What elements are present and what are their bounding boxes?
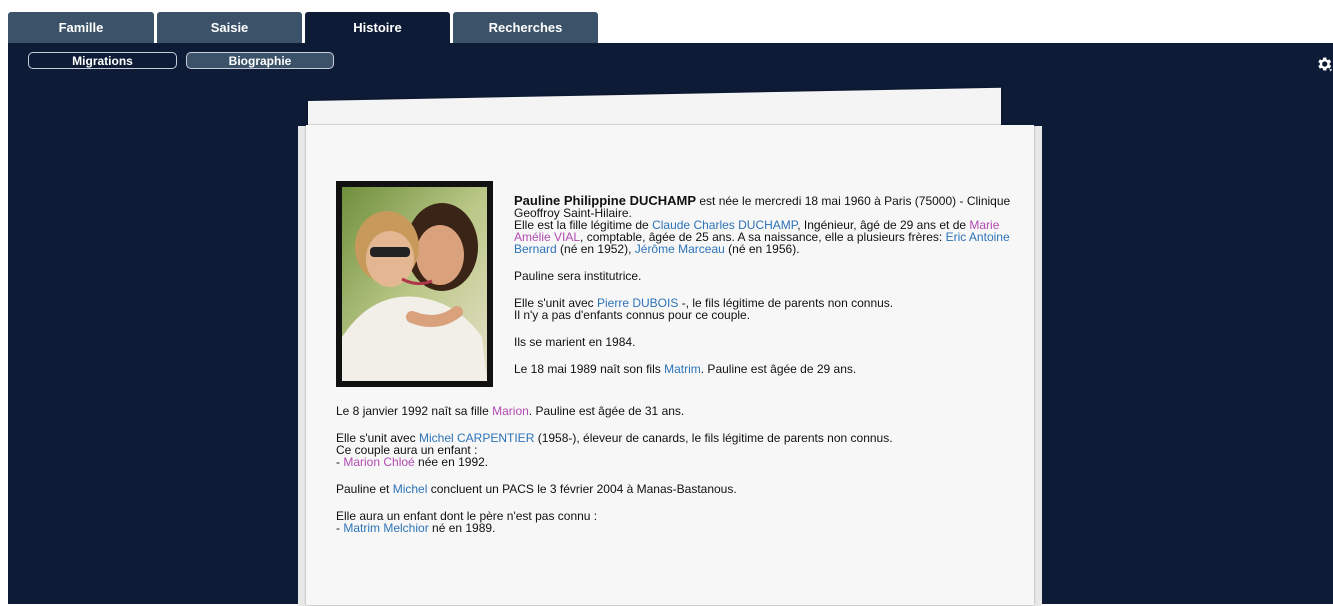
- daughter-link-marion[interactable]: Marion: [492, 404, 529, 418]
- brother1-info: (né en 1952),: [556, 242, 635, 256]
- brother-link-jerome[interactable]: Jérôme Marceau: [635, 242, 725, 256]
- union2-post: (1958-), éleveur de canards, le fils lég…: [534, 431, 893, 445]
- biography-continued: Le 8 janvier 1992 naît sa fille Marion. …: [336, 405, 936, 549]
- partner-link-michel[interactable]: Michel: [393, 482, 428, 496]
- son-birth-post: . Pauline est âgée de 29 ans.: [700, 362, 857, 376]
- tab-famille[interactable]: Famille: [8, 12, 154, 43]
- gear-icon[interactable]: [1315, 55, 1333, 73]
- biography-page: Pauline Philippine DUCHAMP est née le me…: [306, 125, 1034, 605]
- portrait-image: [342, 187, 487, 381]
- union2-child-post: née en 1992.: [414, 455, 489, 469]
- marriage-text: Ils se marient en 1984.: [514, 335, 636, 349]
- son-birth-pre: Le 18 mai 1989 naît son fils: [514, 362, 665, 376]
- biography-intro: Pauline Philippine DUCHAMP est née le me…: [514, 194, 1034, 390]
- tab-histoire[interactable]: Histoire: [305, 12, 450, 43]
- pacs-post: concluent un PACS le 3 février 2004 à Ma…: [427, 482, 737, 496]
- tab-saisie[interactable]: Saisie: [157, 12, 302, 43]
- unknown-father-post: né en 1989.: [428, 521, 496, 535]
- profession-text: Pauline sera institutrice.: [514, 269, 642, 283]
- main-panel: Migrations Biographie Pauline Philippine…: [8, 43, 1333, 606]
- portrait-photo: [336, 181, 493, 387]
- migrations-button[interactable]: Migrations: [28, 52, 177, 69]
- daughter-birth-post: . Pauline est âgée de 31 ans.: [528, 404, 685, 418]
- biographie-button[interactable]: Biographie: [186, 52, 334, 69]
- brother2-info: (né en 1956).: [724, 242, 800, 256]
- child-link-matrim-melchior[interactable]: Matrim Melchior: [343, 521, 428, 535]
- tab-recherches[interactable]: Recherches: [453, 12, 598, 43]
- pacs-pre: Pauline et: [336, 482, 393, 496]
- tab-bar: Famille Saisie Histoire Recherches: [8, 10, 1333, 43]
- son-link-matrim[interactable]: Matrim: [664, 362, 701, 376]
- child-link-marion-chloe[interactable]: Marion Chloé: [343, 455, 414, 469]
- daughter-birth-pre: Le 8 janvier 1992 naît sa fille: [336, 404, 493, 418]
- union1-children-text: Il n'y a pas d'enfants connus pour ce co…: [514, 308, 751, 322]
